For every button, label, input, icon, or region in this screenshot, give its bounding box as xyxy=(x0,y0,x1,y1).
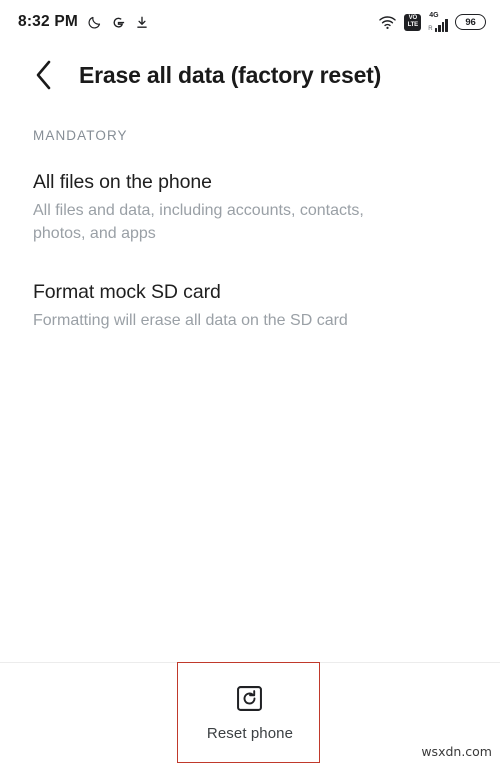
list-item[interactable]: Format mock SD card Formatting will eras… xyxy=(0,279,500,332)
content-area: MANDATORY All files on the phone All fil… xyxy=(0,106,500,366)
status-bar-clock: 8:32 PM xyxy=(18,13,78,30)
status-bar-left: 8:32 PM xyxy=(18,13,149,31)
list-item-title: Format mock SD card xyxy=(33,281,221,303)
volte-icon: VO LTE xyxy=(404,13,422,31)
signal-bar-1 xyxy=(434,27,438,32)
network-type-label: 4G xyxy=(429,11,439,19)
list-item-title: All files on the phone xyxy=(33,171,212,193)
reset-phone-label: Reset phone xyxy=(206,725,294,742)
wifi-icon xyxy=(378,15,397,30)
page-title: Erase all data (factory reset) xyxy=(79,61,382,88)
reset-phone-button[interactable]: Reset phone xyxy=(187,680,313,748)
signal-strength-icon: 4G R xyxy=(428,11,448,32)
list-item-subtitle: Formatting will erase all data on the SD… xyxy=(33,312,348,329)
list-item[interactable]: All files on the phone All files and dat… xyxy=(0,169,500,245)
app-bar: Erase all data (factory reset) xyxy=(0,44,500,106)
battery-icon: 96 xyxy=(455,14,486,30)
signal-bar-4 xyxy=(445,18,448,32)
volte-top-text: VO xyxy=(408,15,417,21)
back-chevron-icon[interactable] xyxy=(18,49,70,101)
section-header-mandatory: MANDATORY xyxy=(33,128,128,143)
volte-bottom-text: LTE xyxy=(407,22,419,28)
battery-percent-label: 96 xyxy=(465,16,476,28)
list-item-subtitle: All files and data, including accounts, … xyxy=(33,202,364,242)
download-icon xyxy=(135,15,149,30)
status-bar-right: VO LTE 4G R 96 xyxy=(378,11,486,32)
google-icon xyxy=(111,15,126,30)
watermark: wsxdn.com xyxy=(421,744,492,759)
signal-bar-2 xyxy=(438,24,441,32)
signal-bar-3 xyxy=(441,21,445,32)
status-bar: 8:32 PM VO LTE 4G R 96 xyxy=(0,0,500,44)
reset-phone-icon xyxy=(237,686,263,716)
mandatory-list: All files on the phone All files and dat… xyxy=(0,169,500,332)
phone-screen: 8:32 PM VO LTE 4G R 96 Erase all data (f… xyxy=(0,0,500,765)
moon-icon xyxy=(87,15,102,30)
roaming-label: R xyxy=(428,25,433,32)
